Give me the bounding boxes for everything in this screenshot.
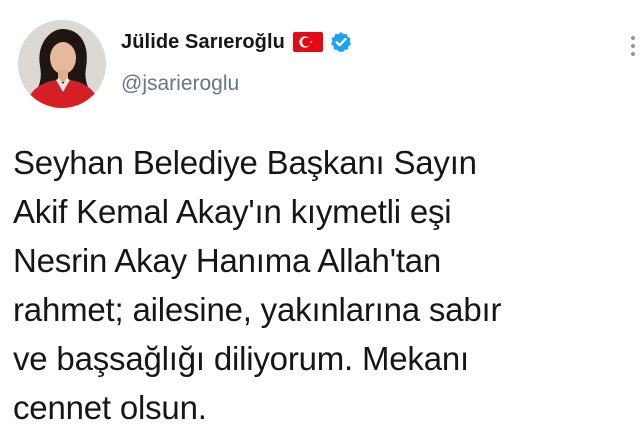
author-name-row: Jülide Sarıeroğlu <box>121 27 352 57</box>
author-display-name[interactable]: Jülide Sarıeroğlu <box>121 31 285 54</box>
avatar[interactable] <box>18 20 106 108</box>
tweet-card: Jülide Sarıeroğlu @jsarieroglu Seyhan Be… <box>0 0 640 445</box>
author-handle[interactable]: @jsarieroglu <box>121 72 239 96</box>
turkish-flag-icon <box>292 32 323 52</box>
verified-badge-icon <box>330 31 352 53</box>
profile-photo-icon <box>18 20 106 108</box>
more-options-icon[interactable] <box>628 36 638 62</box>
tweet-text: Seyhan Belediye Başkanı Sayın Akif Kemal… <box>13 144 502 426</box>
